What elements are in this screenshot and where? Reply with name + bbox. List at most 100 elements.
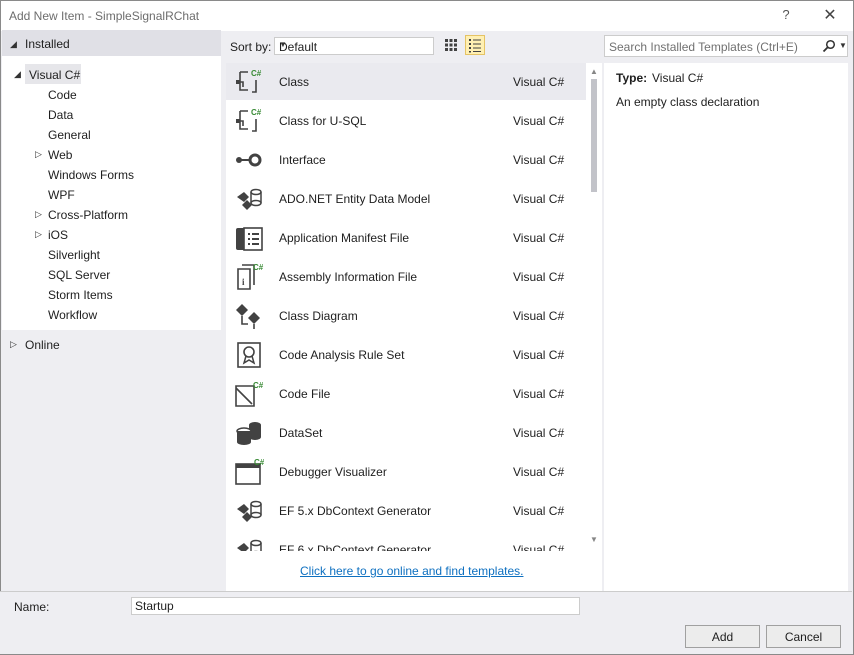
scroll-down-icon[interactable]: ▼ — [590, 535, 598, 544]
svg-text:C#: C# — [251, 69, 262, 78]
tree-item-general[interactable]: General — [48, 128, 91, 142]
tree-online[interactable]: Online — [25, 338, 60, 352]
template-language: Visual C# — [513, 270, 565, 284]
template-list-scrollbar[interactable]: ▲ ▼ — [586, 63, 602, 551]
template-item[interactable]: C# Debugger Visualizer Visual C# — [226, 453, 586, 490]
list-view-icon — [469, 39, 481, 53]
grid-view-icon — [445, 39, 457, 51]
tree-item-code[interactable]: Code — [48, 88, 77, 102]
template-language: Visual C# — [513, 426, 565, 440]
tree-item-silverlight[interactable]: Silverlight — [48, 248, 100, 262]
name-label: Name: — [14, 600, 50, 614]
template-item[interactable]: C# Class Visual C# — [226, 63, 586, 100]
ef-generator-icon — [234, 497, 264, 525]
template-language: Visual C# — [513, 309, 565, 323]
rule-set-icon — [234, 341, 264, 369]
template-name: Interface — [279, 153, 326, 167]
tree-item-data[interactable]: Data — [48, 108, 73, 122]
debugger-visualizer-icon: C# — [234, 458, 265, 486]
tree-item-windows-forms[interactable]: Windows Forms — [48, 168, 134, 182]
template-name: Code File — [279, 387, 331, 401]
class-icon: C# — [234, 68, 264, 96]
template-item[interactable]: Interface Visual C# — [226, 141, 586, 178]
cancel-button[interactable]: Cancel — [766, 625, 841, 648]
add-button[interactable]: Add — [685, 625, 760, 648]
template-description: An empty class declaration — [616, 95, 760, 109]
search-options-icon[interactable]: ▼ — [839, 41, 847, 50]
template-language: Visual C# — [513, 114, 565, 128]
online-templates-link[interactable]: Click here to go online and find templat… — [300, 564, 523, 578]
template-name: Class for U-SQL — [279, 114, 367, 128]
template-language: Visual C# — [513, 504, 565, 518]
type-label: Type: — [616, 71, 648, 85]
entity-model-icon — [234, 185, 264, 213]
template-item[interactable]: C# Code File Visual C# — [226, 375, 586, 412]
tree-item-web[interactable]: Web — [48, 148, 72, 162]
collapse-arrow-icon[interactable]: ◢ — [10, 39, 17, 50]
interface-icon — [234, 146, 264, 174]
template-item[interactable]: i C# Assembly Information File Visual C# — [226, 258, 586, 295]
template-name: ADO.NET Entity Data Model — [279, 192, 431, 206]
small-icons-view-button[interactable] — [441, 35, 461, 55]
assembly-info-icon: i C# — [234, 263, 264, 291]
collapsed-arrow-icon[interactable]: ▷ — [35, 149, 42, 160]
scroll-up-icon[interactable]: ▲ — [590, 67, 598, 76]
collapsed-arrow-icon[interactable]: ▷ — [35, 209, 42, 220]
class-diagram-icon — [234, 302, 264, 330]
template-item[interactable]: EF 5.x DbContext Generator Visual C# — [226, 492, 586, 529]
tree-item-sql-server[interactable]: SQL Server — [48, 268, 110, 282]
tree-item-workflow[interactable]: Workflow — [48, 308, 97, 322]
tree-item-cross-platform[interactable]: Cross-Platform — [48, 208, 128, 222]
template-name: Debugger Visualizer — [279, 465, 387, 479]
manifest-icon — [234, 224, 264, 252]
template-item[interactable]: C# Class for U-SQL Visual C# — [226, 102, 586, 139]
title-bar: Add New Item - SimpleSignalRChat ? ✕ — [1, 1, 853, 31]
template-name: EF 5.x DbContext Generator — [279, 504, 432, 518]
search-placeholder: Search Installed Templates (Ctrl+E) — [609, 40, 798, 54]
template-item[interactable]: DataSet Visual C# — [226, 414, 586, 451]
help-button[interactable]: ? — [779, 7, 793, 25]
tree-item-ios[interactable]: iOS — [48, 228, 68, 242]
template-name: Class — [279, 75, 310, 89]
template-name: DataSet — [279, 426, 323, 440]
expand-arrow-icon[interactable]: ◢ — [14, 69, 21, 80]
search-input[interactable]: Search Installed Templates (Ctrl+E) ▼ — [604, 35, 848, 57]
template-language: Visual C# — [513, 192, 565, 206]
collapsed-arrow-icon[interactable]: ▷ — [35, 229, 42, 240]
list-view-button[interactable] — [465, 35, 485, 55]
details-panel — [604, 63, 848, 591]
sort-dropdown[interactable]: Default ▼ — [274, 37, 434, 55]
class-usql-icon: C# — [234, 107, 264, 135]
svg-text:C#: C# — [251, 108, 262, 117]
template-language: Visual C# — [513, 231, 565, 245]
template-language: Visual C# — [513, 465, 565, 479]
tree-visual-csharp[interactable]: Visual C# — [29, 68, 80, 82]
svg-text:C#: C# — [253, 263, 264, 272]
tree-item-storm-items[interactable]: Storm Items — [48, 288, 113, 302]
svg-text:i: i — [242, 277, 245, 287]
template-item[interactable]: Class Diagram Visual C# — [226, 297, 586, 334]
ef-generator-icon — [234, 536, 264, 551]
scroll-thumb[interactable] — [591, 79, 597, 192]
tree-installed[interactable]: Installed — [25, 37, 70, 51]
template-name: Application Manifest File — [279, 231, 410, 245]
svg-text:C#: C# — [253, 381, 264, 390]
template-item[interactable]: EF 6.x DbContext Generator Visual C# — [226, 531, 586, 551]
template-item[interactable]: Application Manifest File Visual C# — [226, 219, 586, 256]
dropdown-arrow-icon: ▼ — [279, 40, 287, 49]
template-list: C# Class Visual C# C# Class for U-SQL Visual … — [226, 63, 602, 551]
name-input[interactable] — [131, 597, 580, 615]
svg-text:C#: C# — [254, 458, 264, 467]
collapsed-arrow-icon[interactable]: ▷ — [10, 339, 17, 350]
template-item[interactable]: ADO.NET Entity Data Model Visual C# — [226, 180, 586, 217]
template-item[interactable]: Code Analysis Rule Set Visual C# — [226, 336, 586, 373]
search-icon[interactable] — [822, 39, 836, 53]
dataset-icon — [234, 419, 264, 447]
tree-item-wpf[interactable]: WPF — [48, 188, 75, 202]
close-button[interactable]: ✕ — [819, 5, 841, 27]
code-file-icon: C# — [234, 380, 264, 408]
template-language: Visual C# — [513, 348, 565, 362]
sort-label: Sort by: — [230, 40, 272, 54]
template-language: Visual C# — [513, 153, 565, 167]
template-language: Visual C# — [513, 75, 565, 89]
